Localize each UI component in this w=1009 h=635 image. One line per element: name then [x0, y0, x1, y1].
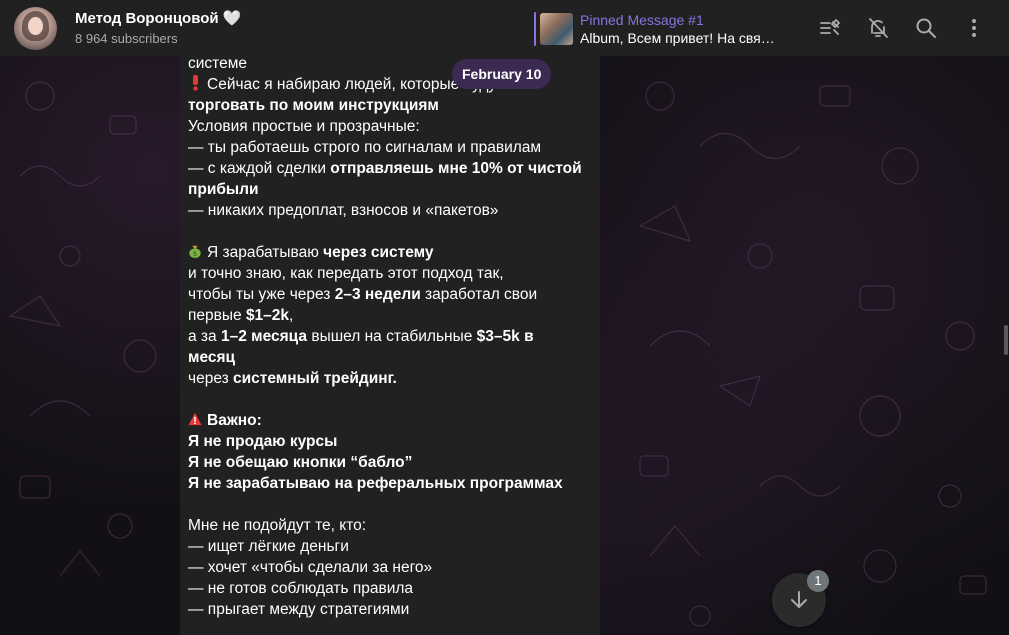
pinned-message-text: Album, Всем привет! На связ…	[580, 30, 780, 46]
post-line: первые $1–2k,	[188, 307, 294, 324]
post-line: через системный трейдинг.	[188, 370, 397, 387]
post-line: — никаких предоплат, взносов и «пакетов»	[188, 202, 499, 219]
post-text: системе Сейчас я набираю людей, которые …	[188, 56, 592, 620]
post-line: — не готов соблюдать правила	[188, 580, 414, 597]
post-line: прибыли	[188, 181, 259, 198]
pinned-list-icon[interactable]	[818, 16, 842, 40]
pinned-message-title: Pinned Message #1	[580, 12, 704, 28]
scrollbar-thumb[interactable]	[1004, 325, 1008, 355]
post-line-empty	[188, 389, 592, 410]
post-line: Мне не подойдут те, кто:	[188, 517, 367, 534]
post-line: Я не продаю курсы	[188, 433, 338, 450]
post-line: месяц	[188, 349, 236, 366]
post-line-empty	[188, 221, 592, 242]
subscriber-count: 8 964 subscribers	[75, 31, 178, 46]
exclamation-icon	[193, 75, 198, 91]
post-line: Я не обещаю кнопки “бабло”	[188, 454, 413, 471]
chat-header: Метод Воронцовой 🤍 8 964 subscribers Pin…	[0, 0, 1009, 56]
money-bag-icon: $	[189, 245, 201, 258]
post-line: Условия простые и прозрачные:	[188, 118, 420, 135]
pinned-thumbnail	[540, 13, 573, 45]
post-line: — с каждой сделки отправляешь мне 10% от…	[188, 160, 582, 177]
arrow-down-icon	[791, 591, 807, 608]
post-line: чтобы ты уже через 2–3 недели заработал …	[188, 286, 538, 303]
channel-title[interactable]: Метод Воронцовой 🤍	[75, 9, 241, 27]
post-line-empty	[188, 494, 592, 515]
post-line: а за 1–2 месяца вышел на стабильные $3–5…	[188, 328, 534, 345]
post-line: — ты работаешь строго по сигналам и прав…	[188, 139, 542, 156]
unread-count-badge: 1	[807, 570, 829, 592]
post-line: $ Я зарабатываю через систему	[188, 242, 592, 263]
more-icon[interactable]	[962, 16, 986, 40]
pinned-message[interactable]: Pinned Message #1 Album, Всем привет! На…	[534, 12, 784, 46]
post-line: Я не зарабатываю на реферальных программ…	[188, 475, 563, 492]
search-icon[interactable]	[914, 16, 938, 40]
post-line: Важно:	[188, 410, 592, 431]
pinned-indicator-bar	[534, 12, 536, 46]
mute-icon[interactable]	[866, 16, 890, 40]
date-pill[interactable]: February 10	[452, 59, 552, 89]
post-line: — хочет «чтобы сделали за него»	[188, 559, 433, 576]
post-line: торговать по моим инструкциям	[188, 97, 439, 114]
channel-avatar[interactable]	[14, 7, 57, 50]
svg-text:$: $	[193, 250, 197, 258]
channel-post-bubble: системе Сейчас я набираю людей, которые …	[180, 56, 600, 635]
post-line: — прыгает между стратегиями	[188, 601, 410, 618]
warning-icon	[188, 412, 202, 426]
post-line: и точно знаю, как передать этот подход т…	[188, 265, 504, 282]
post-line: — ищет лёгкие деньги	[188, 538, 349, 555]
